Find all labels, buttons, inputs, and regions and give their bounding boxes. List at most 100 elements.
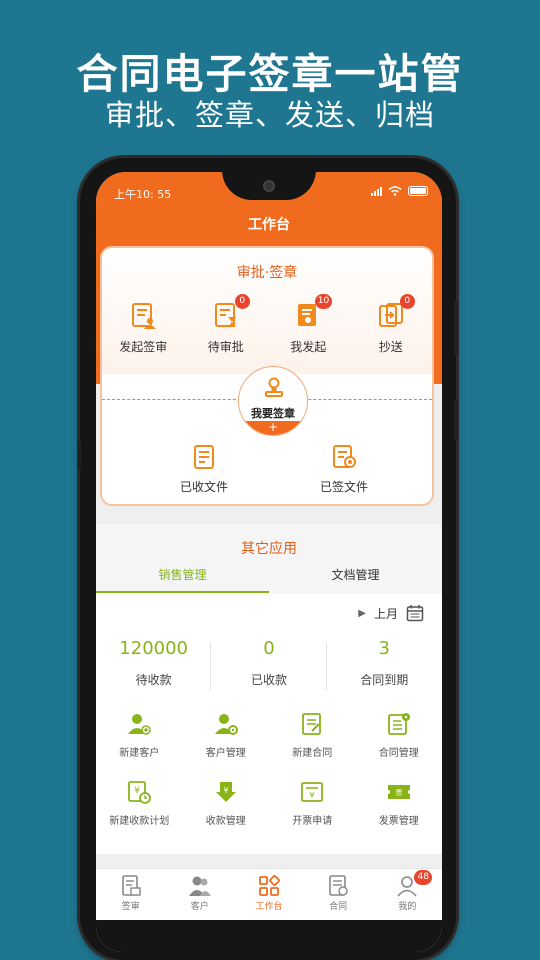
volume-button — [454, 300, 458, 356]
new-customer-button[interactable]: 新建客户 — [96, 712, 183, 759]
tabbar-contract[interactable]: 合同 — [304, 869, 373, 920]
plus-icon: + — [239, 421, 307, 435]
side-key — [77, 440, 81, 470]
invoice-management-button[interactable]: 票 发票管理 — [356, 780, 443, 827]
tab-label: 工作台 — [255, 902, 283, 912]
stat-value: 3 — [378, 638, 390, 659]
app-label: 开票申请 — [292, 816, 333, 827]
initiated-count-badge: 10 — [314, 294, 333, 309]
cc-button[interactable]: 0 抄送 — [350, 294, 433, 355]
stat-label: 待收款 — [135, 673, 172, 687]
tab-sales[interactable]: 销售管理 — [96, 566, 269, 593]
tabbar-workbench[interactable]: 工作台 — [234, 869, 303, 920]
pending-count-badge: 0 — [234, 294, 250, 309]
camera-icon — [263, 180, 275, 192]
apps-row-2: ¥ 新建收款计划 ¥ 收款管理 ¥ 开票申请 票 发票管理 — [96, 780, 442, 827]
forward-copy-icon — [378, 303, 403, 327]
my-initiated-button[interactable]: 10 我发起 — [267, 294, 350, 355]
promo-title: 合同电子签章一站管 — [76, 50, 464, 98]
profile-badge: 48 — [414, 870, 432, 885]
sign-stamp-label: 我要签章 — [251, 407, 295, 420]
tabbar-review[interactable]: 签审 — [96, 869, 165, 920]
cc-count-badge: 0 — [399, 294, 415, 309]
stat-expiring-contracts[interactable]: 3 合同到期 — [327, 638, 442, 688]
start-review-button[interactable]: 发起签审 — [102, 302, 185, 355]
grid-item-label: 我发起 — [290, 340, 327, 354]
status-time: 上午10: 55 — [114, 188, 172, 201]
app-label: 合同管理 — [378, 748, 419, 759]
customer-management-button[interactable]: 客户管理 — [183, 712, 270, 759]
files-grid: 已收文件 已签文件 — [164, 444, 384, 495]
battery-icon — [408, 186, 428, 196]
period-selector[interactable]: ▶ 上月 — [358, 604, 424, 622]
stats-row: 120000 待收款 0 已收款 3 合同到期 — [96, 638, 442, 690]
svg-text:¥: ¥ — [223, 786, 228, 795]
tab-label: 客户 — [190, 902, 209, 912]
app-label: 收款管理 — [205, 816, 246, 827]
invoice-ticket-icon: 票 — [387, 785, 410, 799]
status-icons — [371, 186, 428, 196]
collection-management-button[interactable]: ¥ 收款管理 — [183, 780, 270, 827]
customer-settings-icon — [214, 714, 238, 735]
power-button — [454, 400, 458, 440]
stat-received[interactable]: 0 已收款 — [211, 638, 327, 690]
wifi-icon — [388, 186, 402, 196]
bottom-tabbar: 签审 客户 工作台 合同 48 我的 — [96, 868, 442, 920]
received-files-button[interactable]: 已收文件 — [164, 444, 244, 495]
file-item-label: 已签文件 — [319, 480, 368, 494]
stat-value: 0 — [263, 638, 275, 659]
add-customer-icon — [128, 714, 151, 735]
other-apps-title: 其它应用 — [241, 541, 297, 557]
screen-bezel-bottom — [96, 920, 442, 952]
contract-settings-icon — [387, 713, 410, 735]
tab-label: 签审 — [121, 902, 140, 912]
stat-label: 已收款 — [250, 673, 287, 687]
stat-value: 120000 — [119, 638, 189, 659]
customers-icon — [188, 876, 211, 896]
received-file-icon — [194, 445, 214, 469]
tabbar-customers[interactable]: 客户 — [165, 869, 234, 920]
stat-pending-payment[interactable]: 120000 待收款 — [96, 638, 212, 690]
invoice-request-icon: ¥ — [301, 782, 324, 802]
app-label: 新建收款计划 — [109, 816, 170, 827]
tab-documents[interactable]: 文档管理 — [269, 566, 442, 593]
calendar-icon[interactable] — [406, 604, 424, 622]
payment-plan-icon: ¥ — [128, 781, 152, 804]
grid-item-label: 待审批 — [207, 340, 244, 354]
review-icon — [121, 875, 141, 896]
workbench-icon — [259, 875, 280, 896]
new-contract-icon — [302, 713, 322, 735]
tab-label: 我的 — [398, 902, 417, 912]
app-label: 发票管理 — [378, 816, 419, 827]
other-apps-panel: 其它应用 销售管理 文档管理 ▶ 上月 120000 待收款 0 已收款 3 合… — [96, 524, 442, 854]
grid-item-label: 抄送 — [378, 340, 403, 354]
grid-item-label: 发起签审 — [119, 340, 168, 354]
sign-stamp-button[interactable]: 我要签章 + — [238, 366, 308, 436]
svg-text:¥: ¥ — [134, 786, 140, 796]
phone-screen: 上午10: 55 工作台 审批·签章 发起签审 0 待审批 10 我发起 0 抄… — [96, 172, 442, 952]
tab-label: 合同 — [329, 902, 348, 912]
play-triangle-icon: ▶ — [358, 607, 366, 619]
stamp-icon — [265, 377, 283, 397]
signed-files-button[interactable]: 已签文件 — [304, 444, 384, 495]
approval-card-title: 审批·签章 — [236, 265, 298, 281]
app-label: 客户管理 — [205, 748, 246, 759]
invoice-request-button[interactable]: ¥ 开票申请 — [269, 780, 356, 827]
new-payment-plan-button[interactable]: ¥ 新建收款计划 — [96, 780, 183, 827]
app-label: 新建合同 — [292, 748, 333, 759]
approval-card: 审批·签章 发起签审 0 待审批 10 我发起 0 抄送 我要签章 + 已收文件… — [100, 246, 434, 506]
svg-text:票: 票 — [395, 789, 402, 797]
contract-management-button[interactable]: 合同管理 — [356, 712, 443, 759]
new-contract-button[interactable]: 新建合同 — [269, 712, 356, 759]
file-item-label: 已收文件 — [179, 480, 228, 494]
approval-grid: 发起签审 0 待审批 10 我发起 0 抄送 — [102, 294, 433, 355]
period-label: 上月 — [373, 606, 398, 621]
app-label: 新建客户 — [119, 748, 160, 759]
pending-approval-button[interactable]: 0 待审批 — [185, 294, 268, 355]
document-hourglass-icon — [214, 303, 236, 327]
tabbar-profile[interactable]: 48 我的 — [373, 869, 442, 920]
signed-file-icon — [333, 445, 356, 468]
signal-icon — [371, 186, 382, 196]
apps-row-1: 新建客户 客户管理 新建合同 合同管理 — [96, 712, 442, 759]
document-person-icon — [132, 303, 157, 329]
